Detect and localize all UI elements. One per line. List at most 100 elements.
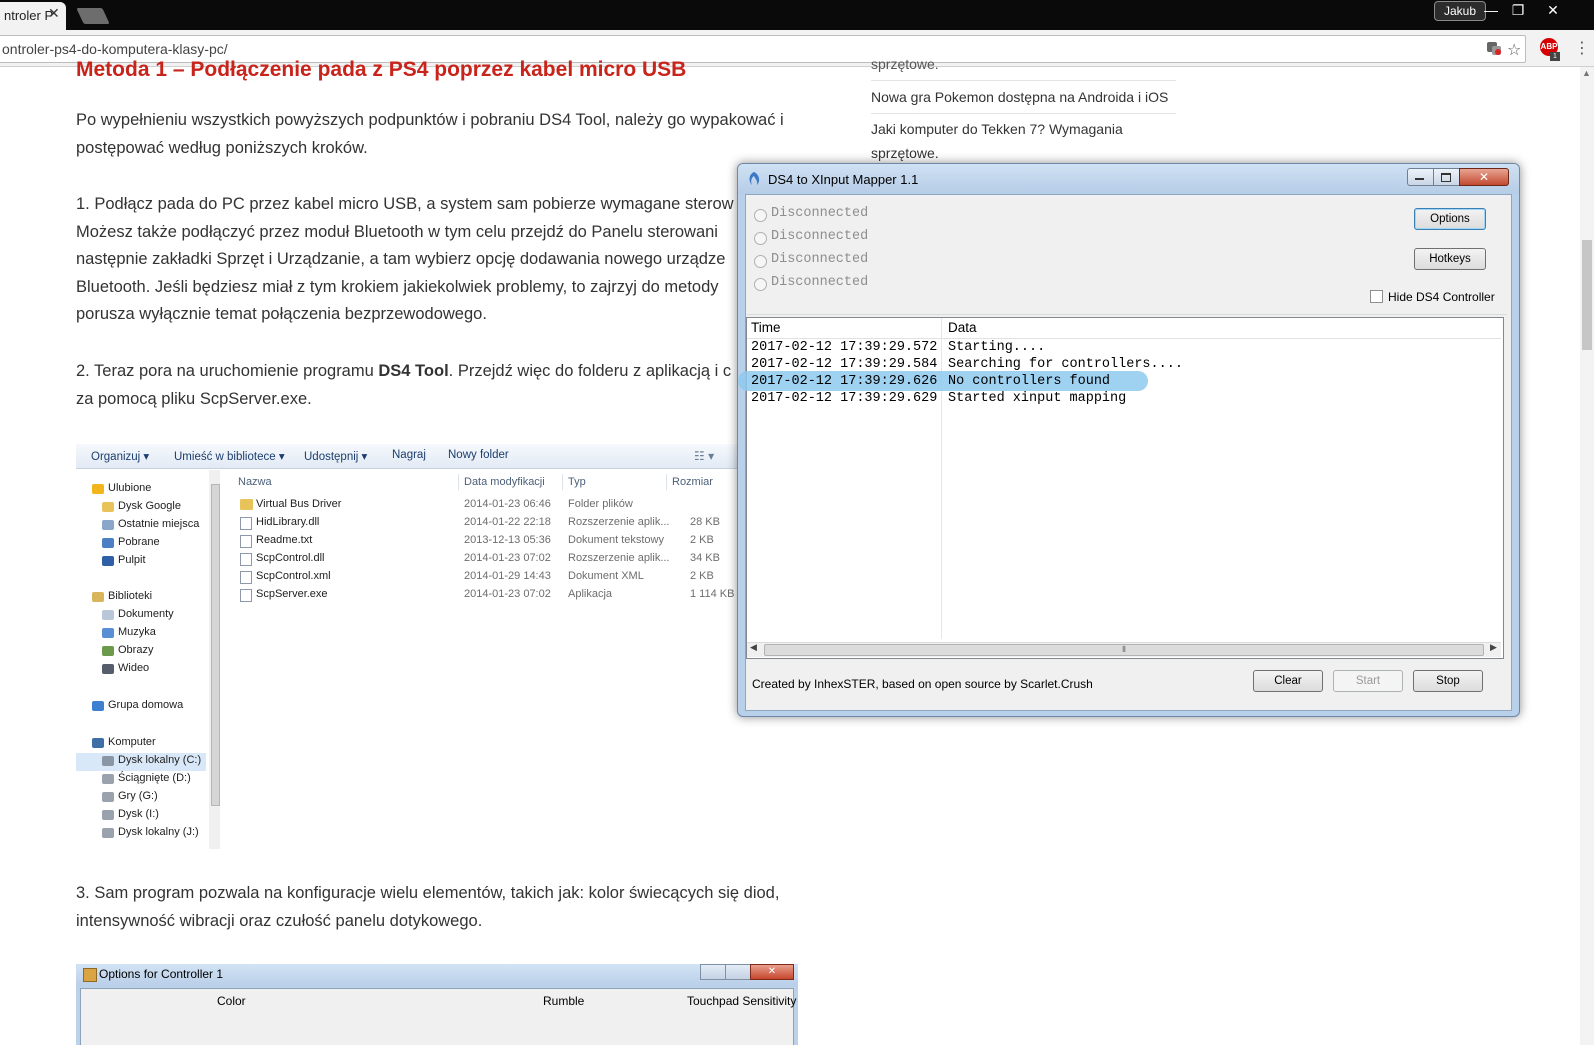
ds4-close-icon[interactable]: ✕ [1459,168,1509,186]
step2-bold-text: DS4 Tool [378,362,449,380]
nav-item: Obrazy [118,644,154,656]
log-data: Started xinput mapping [948,391,1127,406]
column-divider [458,474,459,490]
options-close-icon: ✕ [750,964,794,980]
file-type: Folder plików [568,498,633,510]
step2-text-end: . Przejdź więc do folderu z aplikacją i … [448,362,732,380]
text-file-icon [240,535,252,548]
log-header [747,318,1501,339]
tab-close-icon[interactable]: ✕ [48,5,60,22]
file-date: 2014-01-29 14:43 [464,570,551,582]
window-minimize-icon[interactable]: — [1476,0,1506,20]
file-date: 2014-01-23 06:46 [464,498,551,510]
file-name: ScpControl.xml [256,570,331,582]
sidebar-link[interactable]: Jaki komputer do Tekken 7? Wymagania [871,121,1123,137]
scroll-left-icon[interactable]: ◀ [750,642,757,653]
stop-button[interactable]: Stop [1413,670,1483,692]
column-header-type: Typ [568,476,586,488]
file-type: Aplikacja [568,588,613,600]
log-hscroll-thumb[interactable]: ⦀ [764,644,1484,656]
column-header-size: Rozmiar [672,476,713,488]
options-color-label: Color [217,994,246,1008]
paragraph-line: Możesz także podłączyć przez moduł Bluet… [76,222,718,241]
file-date: 2013-12-13 05:36 [464,534,551,546]
log-time: 2017-02-12 17:39:29.626 [751,374,938,389]
file-size: 2 KB [690,570,714,582]
folder-icon [102,520,114,530]
window-restore-icon[interactable]: ❐ [1503,0,1533,20]
file-type: Dokument tekstowy [568,534,664,546]
homegroup-icon [92,701,104,711]
options-button[interactable]: Options [1414,208,1486,230]
log-header-time[interactable]: Time [751,320,781,335]
explorer-screenshot: Organizuj ▾ Umieść w bibliotece ▾ Udostę… [76,444,798,849]
clear-button[interactable]: Clear [1253,670,1323,692]
drive-icon [102,792,114,802]
file-name: Readme.txt [256,534,313,546]
nav-item: Ulubione [108,482,152,494]
file-date: 2014-01-23 07:02 [464,588,551,600]
options-maximize-icon [725,964,751,980]
view-options-icon: ☷ ▾ [694,449,715,463]
paragraph-line: następnie zakładki Sprzęt i Urządzanie, … [76,250,726,268]
options-rumble-label: Rumble [543,994,585,1008]
start-button[interactable]: Start [1333,670,1403,692]
video-icon [102,664,114,674]
drive-icon [102,828,114,838]
nav-item: Biblioteki [108,590,153,602]
tab-title: ntroler P [4,8,54,23]
file-size: 34 KB [690,552,720,564]
file-name: ScpServer.exe [256,588,328,600]
file-type: Rozszerzenie aplik... [568,516,670,528]
sidebar-link[interactable]: sprzętowe. [871,145,939,161]
ds4-maximize-icon[interactable] [1433,168,1460,186]
nav-item: Dysk lokalny (J:) [118,826,199,838]
file-size: 1 114 KB [690,588,735,600]
file-name: Virtual Bus Driver [256,498,342,510]
controller-1-status: Disconnected [771,206,869,221]
file-size: 28 KB [690,516,720,528]
folder-icon [102,538,114,548]
page-scrollbar-thumb[interactable] [1582,240,1592,350]
controller-3-status: Disconnected [771,252,869,267]
log-header-data[interactable]: Data [948,320,977,335]
hide-ds4-checkbox[interactable] [1370,290,1383,303]
browser-menu-icon[interactable]: ⋮ [1574,38,1590,58]
paragraph-line: 1. Podłącz pada do PC przez kabel micro … [76,195,734,213]
controller-2-status: Disconnected [771,229,869,244]
sidebar-link[interactable]: sprzętowe. [871,56,939,72]
ds4-minimize-icon[interactable] [1407,168,1434,186]
toolbar-include-library: Umieść w bibliotece ▾ [174,451,285,463]
paragraph-line: Po wypełnieniu wszystkich powyższych pod… [76,111,784,129]
log-time: 2017-02-12 17:39:29.584 [751,357,938,372]
controller-3-radio [754,255,767,268]
options-title: Options for Controller 1 [99,967,224,981]
sidebar-link[interactable]: Nowa gra Pokemon dostępna na Androida i … [871,89,1168,105]
paragraph-line: porusza wyłącznie temat połączenia bezpr… [76,305,487,323]
page-scrollbar[interactable] [1580,67,1594,1045]
dll-icon [240,517,252,530]
log-data: Starting.... [948,340,1046,355]
log-data: Searching for controllers.... [948,357,1183,372]
options-window-screenshot: Options for Controller 1 ✕ Color Rumble … [76,964,798,1045]
scroll-up-icon[interactable]: ▲ [1582,68,1591,78]
ds4-app-icon [749,172,760,185]
paragraph-line: 2. Teraz pora na uruchomienie programu D… [76,358,736,386]
nav-item: Pobrane [118,536,160,548]
column-divider [666,474,667,490]
file-name: ScpControl.dll [256,552,325,564]
window-close-icon[interactable]: ✕ [1538,0,1568,20]
hide-ds4-label: Hide DS4 Controller [1388,290,1495,304]
nav-item: Ostatnie miejsca [118,518,200,530]
translate-icon[interactable] [1486,40,1502,56]
nav-item: Dokumenty [118,608,174,620]
file-date: 2014-01-22 22:18 [464,516,551,528]
hotkeys-button[interactable]: Hotkeys [1414,248,1486,270]
file-date: 2014-01-23 07:02 [464,552,551,564]
nav-item: Ściągnięte (D:) [118,772,191,784]
folder-icon [102,502,114,512]
credit-text: Created by InhexSTER, based on open sour… [752,677,1093,691]
scroll-right-icon[interactable]: ▶ [1490,642,1497,653]
toolbar-share: Udostępnij ▾ [304,451,368,463]
bookmark-star-icon[interactable]: ☆ [1507,40,1521,60]
